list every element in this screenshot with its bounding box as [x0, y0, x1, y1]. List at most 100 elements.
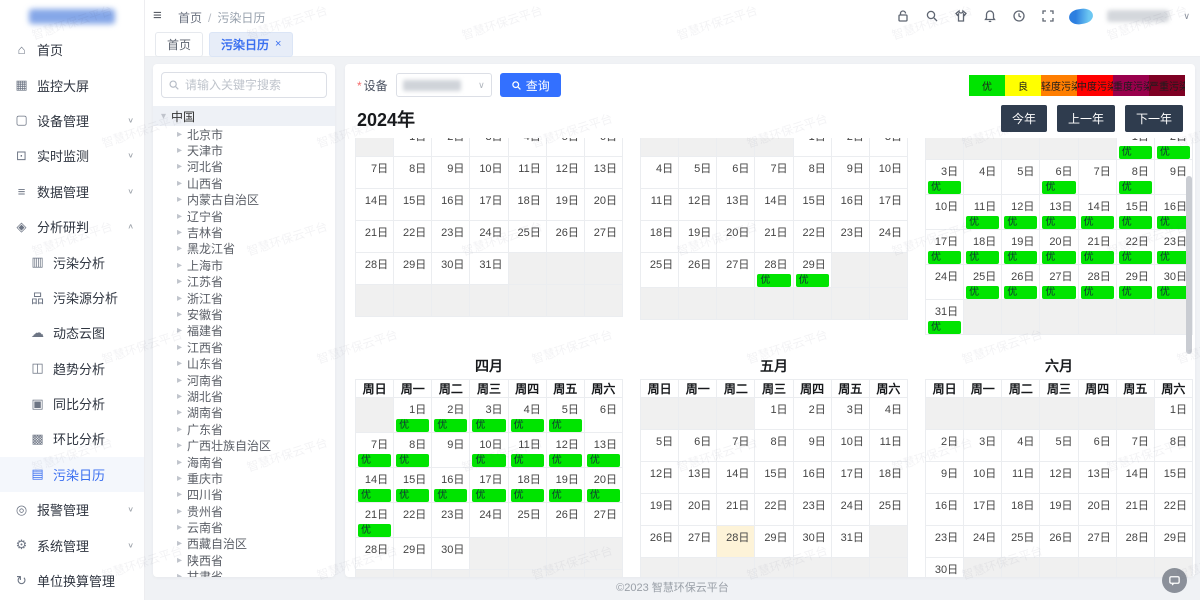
day-cell[interactable]: 21日优 [1078, 230, 1116, 265]
day-cell[interactable]: 1日 [793, 138, 831, 157]
caret-expanded-icon[interactable]: ▾ [161, 111, 166, 122]
day-cell[interactable]: 6日优 [1040, 160, 1078, 195]
day-cell[interactable]: 23日 [793, 494, 831, 526]
fullscreen-icon[interactable] [1040, 9, 1055, 24]
day-cell[interactable]: 4日 [508, 138, 546, 157]
tree-node-山西省[interactable]: ▸山西省 [153, 175, 335, 191]
day-cell[interactable]: 8日 [394, 157, 432, 189]
breadcrumb-home[interactable]: 首页 [178, 11, 202, 25]
day-cell[interactable]: 29日优 [1116, 265, 1154, 300]
day-cell[interactable]: 3日 [831, 398, 869, 430]
day-cell[interactable]: 20日 [679, 494, 717, 526]
hamburger-icon[interactable]: ≡ [153, 7, 162, 24]
day-cell[interactable]: 27日 [584, 503, 622, 538]
day-cell[interactable]: 25日 [508, 503, 546, 538]
day-cell[interactable]: 11日优 [508, 433, 546, 468]
day-cell[interactable]: 14日优 [1078, 195, 1116, 230]
device-select[interactable]: ∨ [396, 73, 492, 97]
day-cell[interactable]: 10日 [926, 195, 964, 230]
day-cell[interactable]: 12日 [1040, 462, 1078, 494]
search-icon[interactable] [924, 9, 939, 24]
day-cell[interactable]: 7日 [755, 157, 793, 189]
day-cell[interactable]: 3日 [470, 138, 508, 157]
day-cell[interactable]: 6日 [584, 398, 622, 433]
theme-icon[interactable] [953, 9, 968, 24]
year-button-今年[interactable]: 今年 [1001, 105, 1047, 132]
year-button-下一年[interactable]: 下一年 [1125, 105, 1183, 132]
day-cell[interactable]: 17日 [869, 189, 907, 221]
day-cell[interactable]: 30日 [793, 526, 831, 558]
tree-node-辽宁省[interactable]: ▸辽宁省 [153, 208, 335, 224]
day-cell[interactable]: 23日 [432, 221, 470, 253]
sidebar-item-污染源分析[interactable]: 品污染源分析 [0, 280, 144, 315]
day-cell[interactable]: 1日优 [1116, 138, 1154, 160]
sidebar-item-设备管理[interactable]: ▢设备管理∨ [0, 103, 144, 138]
day-cell[interactable]: 11日 [1002, 462, 1040, 494]
day-cell[interactable]: 16日 [831, 189, 869, 221]
day-cell[interactable]: 16日 [432, 189, 470, 221]
day-cell[interactable]: 18日 [641, 221, 679, 253]
day-cell[interactable]: 25日 [641, 253, 679, 288]
day-cell[interactable]: 22日 [793, 221, 831, 253]
day-cell[interactable]: 20日 [1078, 494, 1116, 526]
day-cell[interactable]: 22日 [394, 221, 432, 253]
day-cell[interactable]: 26日 [641, 526, 679, 558]
day-cell[interactable]: 7日优 [356, 433, 394, 468]
tree-node-广东省[interactable]: ▸广东省 [153, 421, 335, 437]
sidebar-item-污染日历[interactable]: ▤污染日历 [0, 457, 144, 492]
day-cell[interactable]: 9日 [432, 433, 470, 468]
day-cell[interactable]: 19日优 [1002, 230, 1040, 265]
day-cell[interactable]: 18日 [1002, 494, 1040, 526]
day-cell[interactable]: 27日 [1078, 526, 1116, 558]
day-cell[interactable]: 1日 [394, 138, 432, 157]
day-cell[interactable]: 24日 [470, 503, 508, 538]
day-cell[interactable]: 13日 [584, 157, 622, 189]
day-cell[interactable]: 21日 [717, 494, 755, 526]
day-cell[interactable]: 10日 [470, 157, 508, 189]
day-cell[interactable]: 30日 [432, 253, 470, 285]
day-cell[interactable]: 22日优 [1116, 230, 1154, 265]
tree-node-四川省[interactable]: ▸四川省 [153, 487, 335, 503]
chevron-down-icon[interactable]: ∨ [1183, 11, 1190, 22]
tree-node-黑龙江省[interactable]: ▸黑龙江省 [153, 241, 335, 257]
day-cell[interactable]: 17日 [831, 462, 869, 494]
query-button[interactable]: 查询 [500, 73, 561, 97]
day-cell[interactable]: 2日 [926, 430, 964, 462]
day-cell[interactable]: 15日 [755, 462, 793, 494]
day-cell[interactable]: 19日 [641, 494, 679, 526]
day-cell[interactable]: 11日 [508, 157, 546, 189]
sidebar-item-污染分析[interactable]: ▥污染分析 [0, 244, 144, 279]
day-cell[interactable]: 10日 [964, 462, 1002, 494]
tree-node-贵州省[interactable]: ▸贵州省 [153, 503, 335, 519]
day-cell[interactable]: 21日 [755, 221, 793, 253]
day-cell[interactable]: 24日 [470, 221, 508, 253]
day-cell[interactable]: 12日优 [1002, 195, 1040, 230]
day-cell[interactable]: 5日 [546, 138, 584, 157]
tree-node-海南省[interactable]: ▸海南省 [153, 454, 335, 470]
day-cell[interactable]: 23日 [432, 503, 470, 538]
sidebar-item-系统管理[interactable]: ⚙系统管理∨ [0, 527, 144, 562]
tree-node-河南省[interactable]: ▸河南省 [153, 372, 335, 388]
day-cell[interactable]: 22日 [755, 494, 793, 526]
day-cell[interactable]: 14日 [717, 462, 755, 494]
tree-node-china[interactable]: ▾ 中国 [153, 106, 335, 126]
day-cell[interactable]: 4日优 [508, 398, 546, 433]
sidebar-item-单位换算管理[interactable]: ↻单位换算管理 [0, 563, 144, 598]
tree-node-西藏自治区[interactable]: ▸西藏自治区 [153, 536, 335, 552]
day-cell[interactable]: 18日优 [964, 230, 1002, 265]
day-cell[interactable]: 7日 [1078, 160, 1116, 195]
day-cell[interactable]: 12日 [679, 189, 717, 221]
username-blurred[interactable] [1107, 10, 1169, 22]
day-cell[interactable]: 30日 [432, 538, 470, 570]
day-cell[interactable]: 25日 [1002, 526, 1040, 558]
year-button-上一年[interactable]: 上一年 [1057, 105, 1115, 132]
day-cell[interactable]: 25日优 [964, 265, 1002, 300]
day-cell[interactable]: 23日 [831, 221, 869, 253]
tree-node-山东省[interactable]: ▸山东省 [153, 355, 335, 371]
tab-首页[interactable]: 首页 [155, 32, 203, 57]
day-cell[interactable]: 24日 [964, 526, 1002, 558]
day-cell[interactable]: 13日 [679, 462, 717, 494]
tab-污染日历[interactable]: 污染日历× [209, 32, 293, 57]
day-cell[interactable]: 9日 [831, 157, 869, 189]
day-cell[interactable]: 5日 [679, 157, 717, 189]
